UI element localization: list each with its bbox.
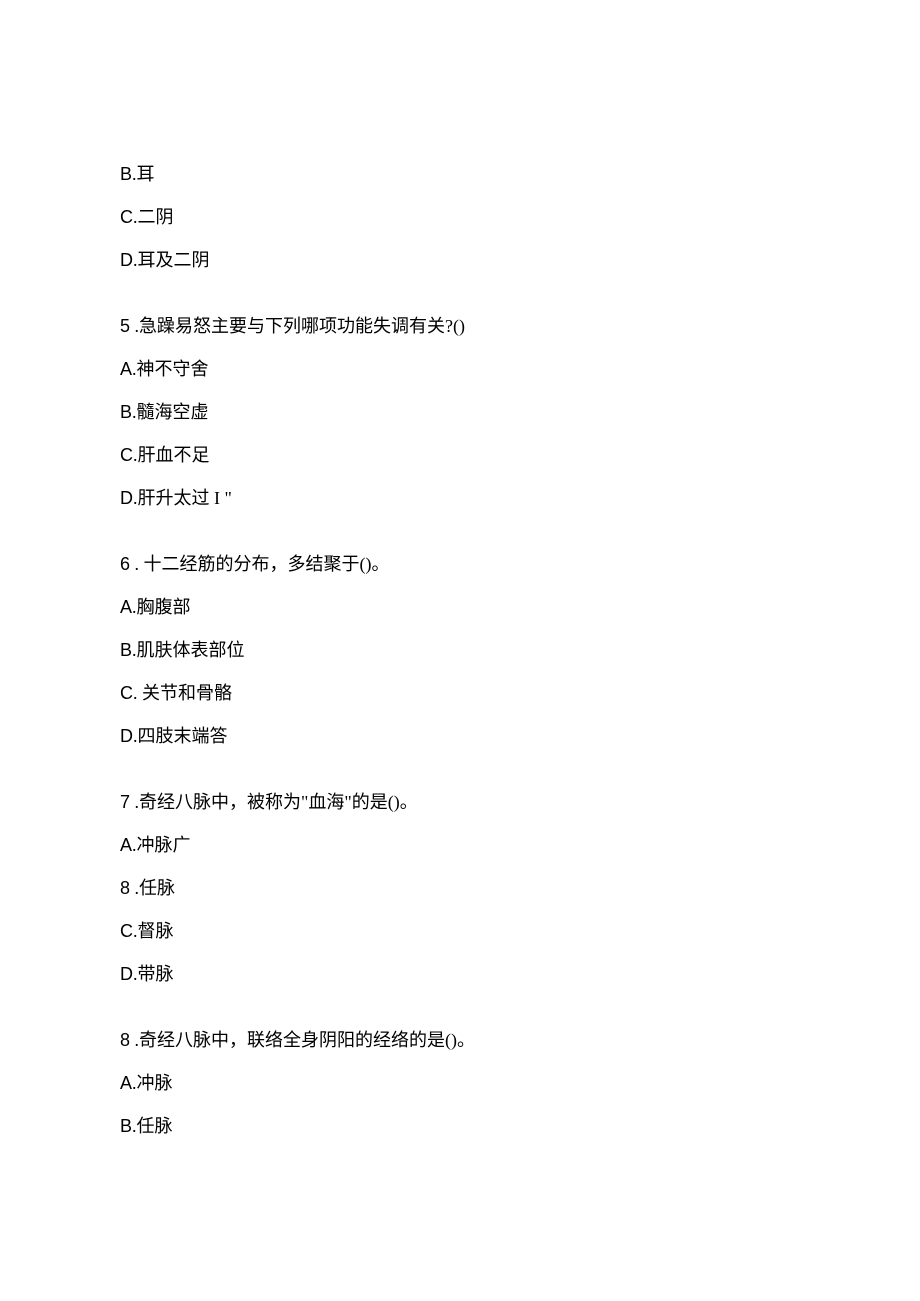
question-text: 8 .奇经八脉中，联络全身阴阳的经络的是()。 (120, 1026, 800, 1055)
option-text: 髓海空虚 (137, 402, 209, 422)
option-text: 二阴 (138, 207, 174, 227)
option-letter: D (120, 488, 133, 508)
option: B.任脉 (120, 1112, 800, 1141)
option-letter: C (120, 207, 133, 227)
option-text: 冲脉 (137, 1073, 173, 1093)
option: D.肝升太过 I " (120, 484, 800, 513)
option-text: 带脉 (138, 964, 174, 984)
option-letter: A (120, 359, 132, 379)
question-number: 7 (120, 792, 130, 812)
option-text: 四肢末端答 (138, 726, 228, 746)
question-number: 6 (120, 554, 130, 574)
option-text: .任脉 (130, 878, 175, 898)
question-text: 6 . 十二经筋的分布，多结聚于()。 (120, 550, 800, 579)
partial-options-top: B.耳 C.二阴 D.耳及二阴 (120, 160, 800, 274)
question-number: 5 (120, 316, 130, 336)
question-stem: . 十二经筋的分布，多结聚于()。 (130, 554, 390, 574)
question-number: 8 (120, 1030, 130, 1050)
question-stem: .奇经八脉中，联络全身阴阳的经络的是()。 (130, 1030, 475, 1050)
option-letter: A (120, 1073, 132, 1093)
option-letter: B (120, 402, 132, 422)
option-text: 任脉 (137, 1116, 173, 1136)
option: B.耳 (120, 160, 800, 189)
option-letter: A (120, 597, 132, 617)
option-text: 胸腹部 (137, 597, 191, 617)
question-text: 5 .急躁易怒主要与下列哪项功能失调有关?() (120, 312, 800, 341)
option: A.冲脉广 (120, 831, 800, 860)
option-letter: D (120, 964, 133, 984)
option: D.四肢末端答 (120, 722, 800, 751)
option-letter: D (120, 726, 133, 746)
option-letter: B (120, 1116, 132, 1136)
document-content: B.耳 C.二阴 D.耳及二阴 5 .急躁易怒主要与下列哪项功能失调有关?() … (120, 160, 800, 1141)
option: D.耳及二阴 (120, 246, 800, 275)
option: C.督脉 (120, 917, 800, 946)
question-block: 7 .奇经八脉中，被称为"血海"的是()。 A.冲脉广 8 .任脉 C.督脉 D… (120, 788, 800, 988)
question-block: 5 .急躁易怒主要与下列哪项功能失调有关?() A.神不守舍 B.髓海空虚 C.… (120, 312, 800, 512)
option-letter: 8 (120, 878, 130, 898)
question-stem: .奇经八脉中，被称为"血海"的是()。 (130, 792, 418, 812)
option: B.肌肤体表部位 (120, 636, 800, 665)
option-letter: B (120, 164, 132, 184)
option: A.神不守舍 (120, 355, 800, 384)
option-letter: C (120, 921, 133, 941)
option-letter: C (120, 445, 133, 465)
option-letter: A (120, 835, 132, 855)
option: B.髓海空虚 (120, 398, 800, 427)
option: C. 关节和骨骼 (120, 679, 800, 708)
option: A.冲脉 (120, 1069, 800, 1098)
question-block: 8 .奇经八脉中，联络全身阴阳的经络的是()。 A.冲脉 B.任脉 (120, 1026, 800, 1140)
option: C.肝血不足 (120, 441, 800, 470)
option: A.胸腹部 (120, 593, 800, 622)
option-letter: C (120, 683, 133, 703)
option-text: 肝血不足 (138, 445, 210, 465)
option-letter: D (120, 250, 133, 270)
option-text: 耳及二阴 (138, 250, 210, 270)
option-text: 督脉 (138, 921, 174, 941)
option-text: 肌肤体表部位 (137, 640, 245, 660)
option-text: 冲脉广 (137, 835, 191, 855)
question-stem: .急躁易怒主要与下列哪项功能失调有关?() (130, 316, 465, 336)
option-text: 肝升太过 I " (138, 488, 232, 508)
option: C.二阴 (120, 203, 800, 232)
option: 8 .任脉 (120, 874, 800, 903)
option: D.带脉 (120, 960, 800, 989)
option-text: 耳 (137, 164, 155, 184)
question-block: 6 . 十二经筋的分布，多结聚于()。 A.胸腹部 B.肌肤体表部位 C. 关节… (120, 550, 800, 750)
option-text: 神不守舍 (137, 359, 209, 379)
option-letter: B (120, 640, 132, 660)
question-text: 7 .奇经八脉中，被称为"血海"的是()。 (120, 788, 800, 817)
option-text: 关节和骨骼 (138, 683, 233, 703)
